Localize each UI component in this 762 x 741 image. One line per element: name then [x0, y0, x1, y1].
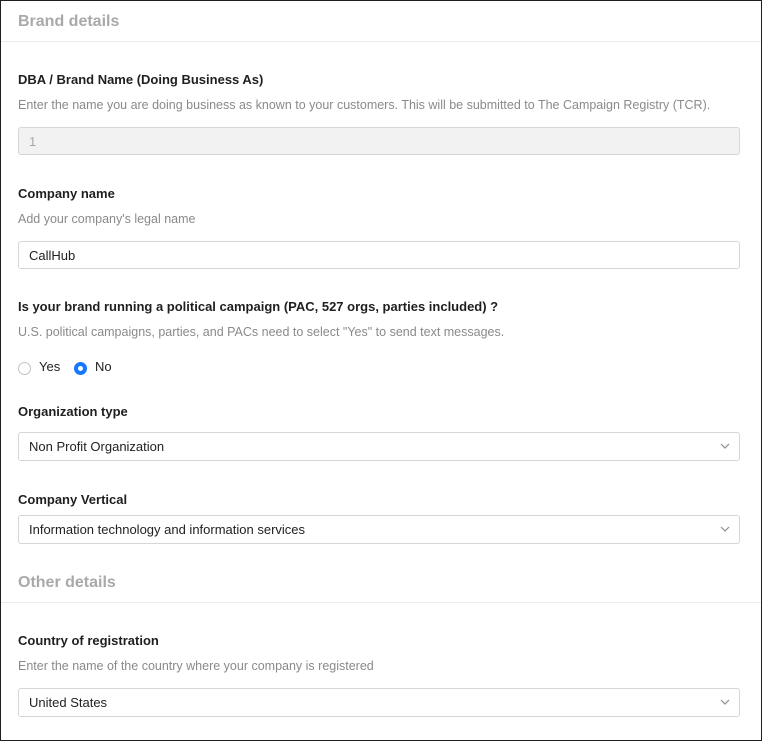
country-select[interactable]: United States: [18, 688, 740, 717]
organization-type-label: Organization type: [18, 404, 128, 419]
organization-type-select[interactable]: Non Profit Organization: [18, 432, 740, 461]
dba-help-text: Enter the name you are doing business as…: [18, 98, 711, 112]
brand-details-form: Brand details DBA / Brand Name (Doing Bu…: [0, 0, 762, 741]
country-label: Country of registration: [18, 633, 159, 648]
country-help-text: Enter the name of the country where your…: [18, 659, 374, 673]
radio-no-label[interactable]: No: [95, 359, 112, 375]
dba-label: DBA / Brand Name (Doing Business As): [18, 72, 264, 87]
company-name-input[interactable]: [18, 241, 740, 269]
company-name-label: Company name: [18, 186, 115, 201]
chevron-down-icon: [720, 443, 730, 449]
chevron-down-icon: [720, 699, 730, 705]
company-vertical-label: Company Vertical: [18, 492, 128, 507]
organization-type-value: Non Profit Organization: [29, 439, 165, 454]
other-details-header: Other details: [1, 562, 761, 603]
other-details-title: Other details: [18, 574, 116, 591]
company-vertical-select[interactable]: Information technology and information s…: [18, 515, 740, 544]
radio-yes-label[interactable]: Yes: [39, 359, 60, 375]
political-campaign-help-text: U.S. political campaigns, parties, and P…: [18, 325, 505, 339]
radio-yes-icon[interactable]: [18, 362, 31, 375]
company-vertical-value: Information technology and information s…: [29, 522, 306, 537]
brand-details-header: Brand details: [1, 1, 761, 42]
company-name-help-text: Add your company's legal name: [18, 212, 196, 226]
chevron-down-icon: [720, 526, 730, 532]
dba-input[interactable]: [18, 127, 740, 155]
brand-details-title: Brand details: [18, 13, 120, 30]
country-value: United States: [29, 695, 108, 710]
radio-no-icon[interactable]: [74, 362, 87, 375]
political-campaign-label: Is your brand running a political campai…: [18, 299, 499, 314]
